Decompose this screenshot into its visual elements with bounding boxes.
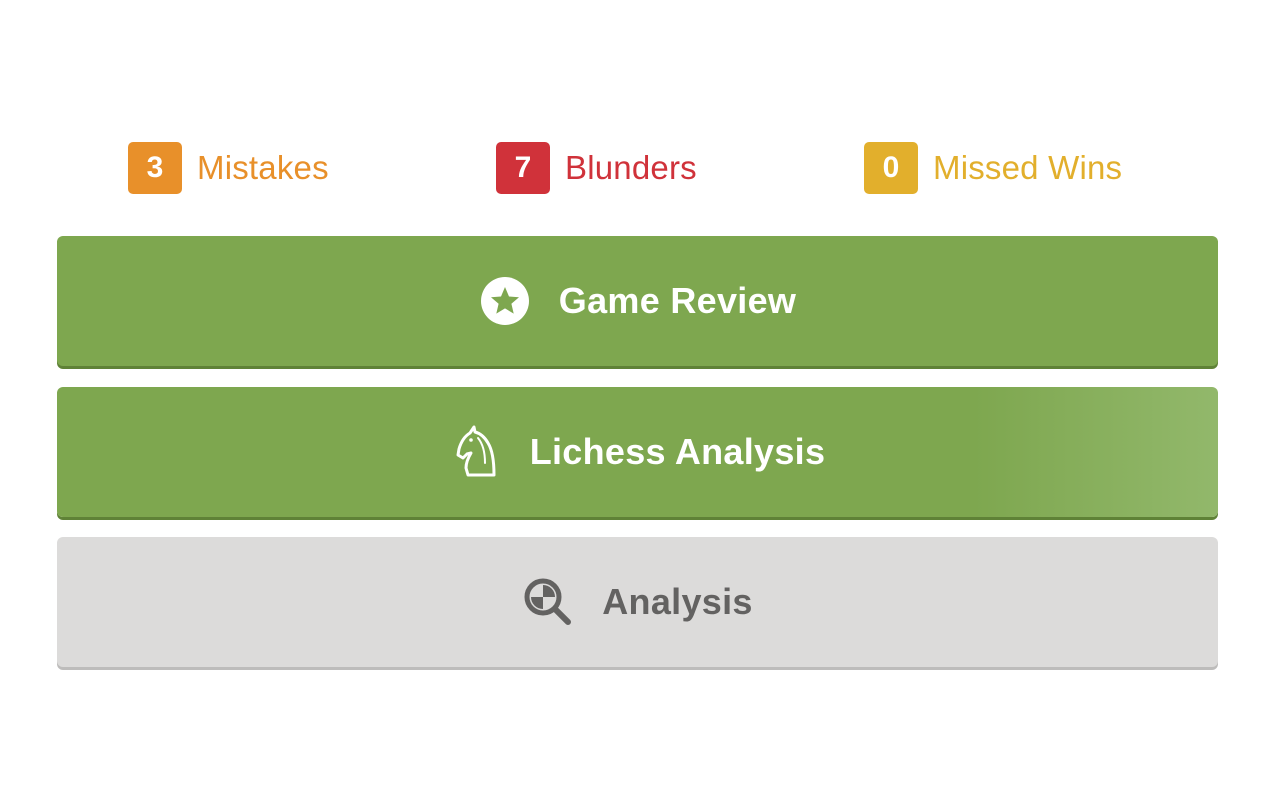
- mistakes-count-badge: 3: [128, 142, 182, 194]
- missed-wins-count-badge: 0: [864, 142, 918, 194]
- blunders-stat: 7 Blunders: [496, 140, 697, 196]
- analysis-label: Analysis: [602, 581, 753, 622]
- lichess-analysis-button[interactable]: Lichess Analysis: [57, 387, 1218, 517]
- mistakes-stat: 3 Mistakes: [128, 140, 329, 196]
- game-review-button[interactable]: Game Review: [57, 236, 1218, 366]
- blunders-count-badge: 7: [496, 142, 550, 194]
- move-quality-summary: 3 Mistakes 7 Blunders 0 Missed Wins: [0, 140, 1280, 196]
- lichess-analysis-label: Lichess Analysis: [529, 431, 826, 472]
- game-review-label: Game Review: [558, 280, 797, 321]
- knight-icon: [450, 425, 502, 478]
- magnifier-icon: [522, 576, 574, 628]
- analysis-button[interactable]: Analysis: [57, 537, 1218, 667]
- missed-wins-label: Missed Wins: [933, 149, 1123, 186]
- blunders-label: Blunders: [565, 149, 697, 186]
- star-circle-icon: [479, 275, 531, 327]
- missed-wins-stat: 0 Missed Wins: [864, 140, 1122, 196]
- mistakes-label: Mistakes: [197, 149, 329, 186]
